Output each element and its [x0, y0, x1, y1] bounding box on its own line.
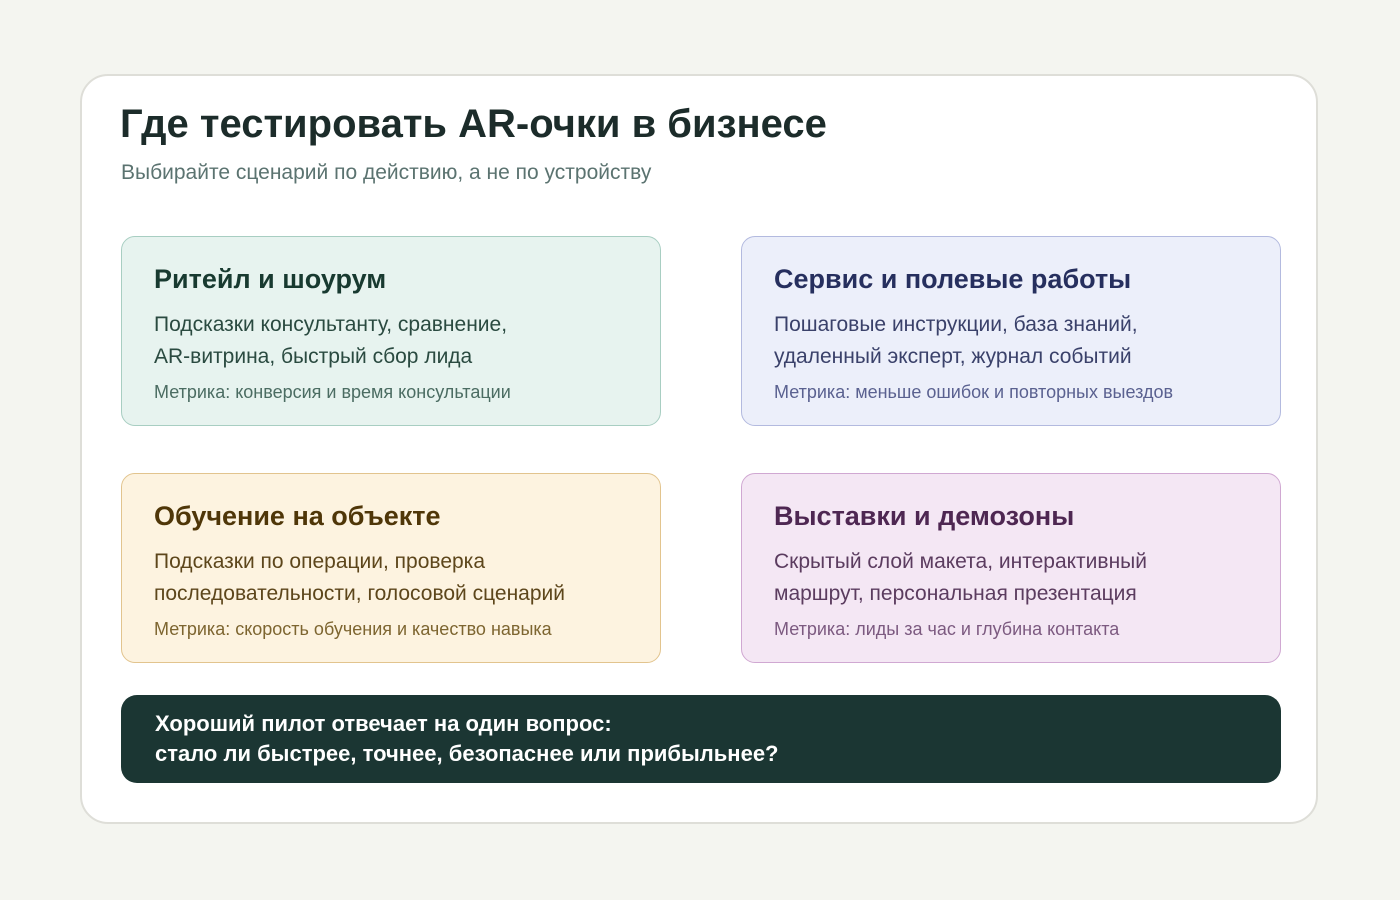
card-description-line: удаленный эксперт, журнал событий: [774, 345, 1132, 368]
card-retail-showroom: Ритейл и шоурум Подсказки консультанту, …: [121, 236, 661, 426]
card-metric: Метрика: конверсия и время консультации: [154, 382, 511, 402]
page-subtitle: Выбирайте сценарий по действию, а не по …: [121, 161, 652, 184]
card-exhibitions-demo: Выставки и демозоны Скрытый слой макета,…: [741, 473, 1281, 663]
card-title: Выставки и демозоны: [774, 501, 1075, 531]
card-description-line: Подсказки по операции, проверка: [154, 550, 486, 573]
card-description-line: AR-витрина, быстрый сбор лида: [154, 345, 473, 368]
card-description: Пошаговые инструкции, база знаний, удале…: [774, 309, 1138, 373]
conclusion-banner: Хороший пилот отвечает на один вопрос: с…: [121, 695, 1281, 783]
banner-line: Хороший пилот отвечает на один вопрос:: [155, 711, 612, 736]
card-title: Сервис и полевые работы: [774, 264, 1132, 294]
card-description-line: маршрут, персональная презентация: [774, 582, 1137, 605]
card-title: Обучение на объекте: [154, 501, 441, 531]
card-service-field-work: Сервис и полевые работы Пошаговые инстру…: [741, 236, 1281, 426]
card-description-line: Скрытый слой макета, интерактивный: [774, 550, 1147, 573]
card-metric: Метрика: скорость обучения и качество на…: [154, 619, 552, 639]
banner-text: Хороший пилот отвечает на один вопрос: с…: [155, 709, 779, 769]
card-description: Подсказки консультанту, сравнение, AR-ви…: [154, 309, 507, 373]
card-description-line: последовательности, голосовой сценарий: [154, 582, 565, 605]
card-metric: Метрика: меньше ошибок и повторных выезд…: [774, 382, 1174, 402]
card-title: Ритейл и шоурум: [154, 264, 387, 294]
card-description-line: Подсказки консультанту, сравнение,: [154, 313, 508, 336]
card-metric: Метрика: лиды за час и глубина контакта: [774, 619, 1120, 639]
page-title: Где тестировать AR-очки в бизнесе: [120, 102, 827, 146]
card-description: Скрытый слой макета, интерактивный маршр…: [774, 546, 1147, 610]
banner-line: стало ли быстрее, точнее, безопаснее или…: [155, 741, 779, 766]
card-description: Подсказки по операции, проверка последов…: [154, 546, 565, 610]
main-panel: Где тестировать AR-очки в бизнесе Выбира…: [80, 74, 1318, 824]
card-description-line: Пошаговые инструкции, база знаний,: [774, 313, 1138, 336]
card-onsite-training: Обучение на объекте Подсказки по операци…: [121, 473, 661, 663]
